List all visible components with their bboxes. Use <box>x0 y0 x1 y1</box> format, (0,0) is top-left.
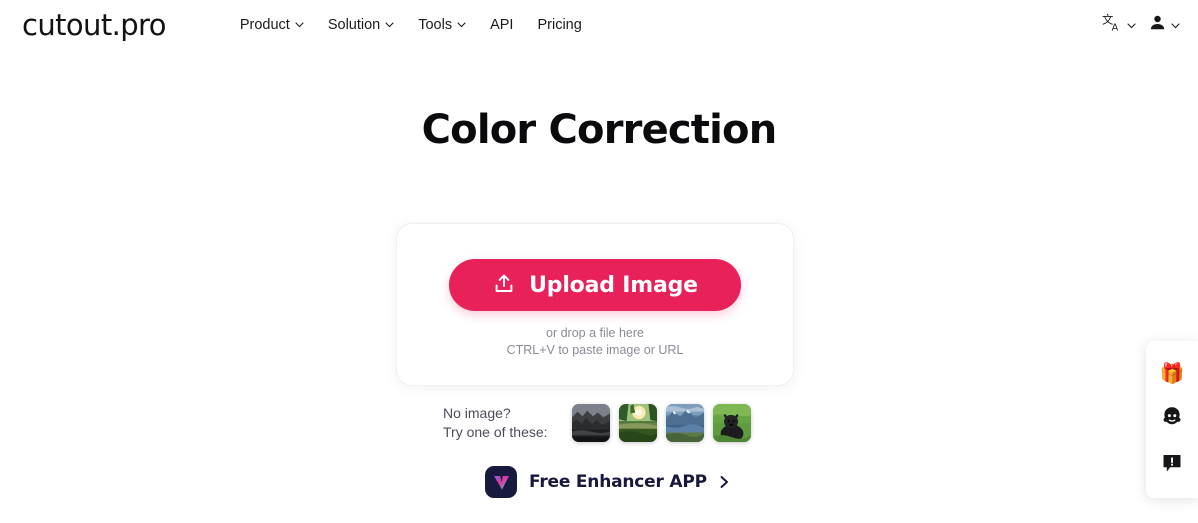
drop-hint: or drop a file here CTRL+V to paste imag… <box>507 325 684 359</box>
chevron-down-icon <box>457 22 466 28</box>
chevron-down-icon <box>1127 16 1136 34</box>
feedback-button[interactable] <box>1155 448 1189 482</box>
nav-item-product[interactable]: Product <box>228 11 316 39</box>
side-widget: 🎁 <box>1146 341 1198 498</box>
page-title: Color Correction <box>421 107 778 153</box>
support-face-icon <box>1159 404 1185 435</box>
upload-button-label: Upload Image <box>529 272 698 298</box>
user-icon <box>1148 13 1167 37</box>
sample-prompt: No image? Try one of these: <box>443 404 548 442</box>
chevron-down-icon <box>295 22 304 28</box>
sample-thumbnail-rocky-shore[interactable] <box>571 404 610 442</box>
drop-hint-line2: CTRL+V to paste image or URL <box>506 343 684 357</box>
site-header: cutout.pro Product Solution Tools API Pr… <box>0 0 1198 50</box>
feedback-icon <box>1160 451 1184 480</box>
nav-item-api[interactable]: API <box>478 11 525 39</box>
sample-prompt-line1: No image? <box>443 405 511 421</box>
translate-icon: 文 A <box>1102 12 1123 38</box>
nav-item-solution[interactable]: Solution <box>316 11 406 39</box>
nav-label-pricing: Pricing <box>537 17 582 33</box>
drop-hint-line1: or drop a file here <box>546 326 644 340</box>
chevron-down-icon <box>1171 16 1180 34</box>
header-actions: 文 A <box>1102 0 1180 50</box>
gift-icon: 🎁 <box>1159 362 1185 385</box>
free-enhancer-app-link[interactable]: Free Enhancer APP <box>485 466 730 498</box>
nav-label-product: Product <box>239 17 290 33</box>
upload-dropzone-card[interactable]: Upload Image or drop a file here CTRL+V … <box>396 223 794 386</box>
sample-thumbnail-mountain-lake[interactable] <box>665 404 704 442</box>
nav-item-pricing[interactable]: Pricing <box>525 11 593 39</box>
sample-thumbnail-sunset-trees[interactable] <box>618 404 657 442</box>
nav-label-solution: Solution <box>327 17 381 33</box>
language-selector[interactable]: 文 A <box>1102 12 1136 38</box>
account-menu[interactable] <box>1148 13 1180 37</box>
chevron-down-icon <box>385 22 394 28</box>
vance-app-icon <box>485 466 517 498</box>
main-navigation: Product Solution Tools API Pricing <box>228 11 594 39</box>
nav-label-tools: Tools <box>418 17 453 33</box>
gift-button[interactable]: 🎁 <box>1155 357 1189 391</box>
sample-images-section: No image? Try one of these: <box>443 404 751 442</box>
svg-text:A: A <box>1112 22 1119 33</box>
app-promo-label: Free Enhancer APP <box>529 472 707 492</box>
page-root: cutout.pro Product Solution Tools API Pr… <box>0 0 1198 523</box>
sample-prompt-line2: Try one of these: <box>443 424 548 440</box>
sample-thumbnail-list <box>571 404 751 442</box>
nav-item-tools[interactable]: Tools <box>406 11 478 39</box>
nav-label-api: API <box>490 17 514 33</box>
sample-thumbnail-black-puppy[interactable] <box>712 404 751 442</box>
chevron-right-icon <box>719 475 730 489</box>
support-button[interactable] <box>1155 402 1189 436</box>
upload-icon <box>492 272 516 299</box>
brand-logo[interactable]: cutout.pro <box>22 10 166 40</box>
upload-image-button[interactable]: Upload Image <box>449 259 741 311</box>
